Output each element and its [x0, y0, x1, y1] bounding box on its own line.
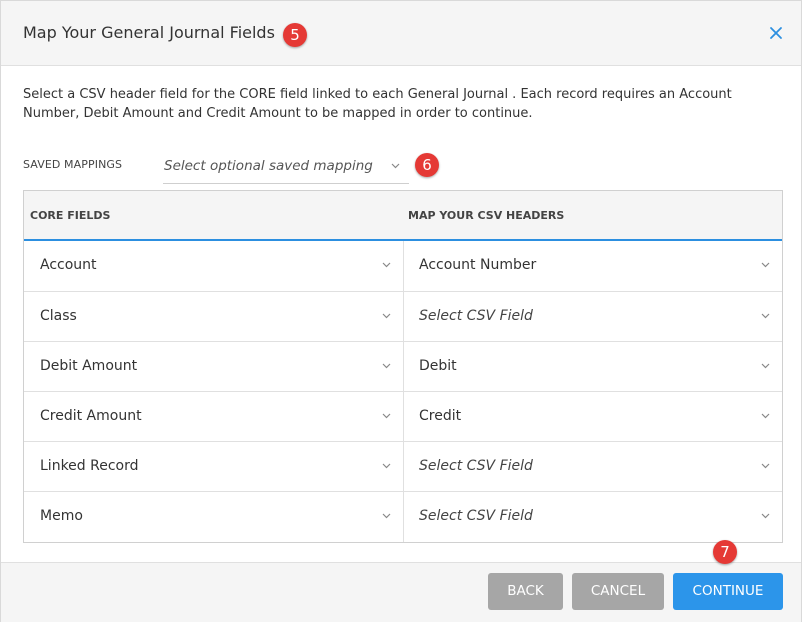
core-field-value: Memo [40, 508, 83, 524]
core-field-select[interactable]: Account [24, 241, 404, 291]
csv-header-value: Select CSV Field [419, 458, 533, 474]
csv-header-select[interactable]: Credit [404, 392, 782, 442]
chevron-down-icon [382, 262, 391, 270]
core-field-select[interactable]: Debit Amount [24, 342, 404, 392]
chevron-down-icon [382, 463, 391, 471]
csv-header-select[interactable]: Account Number [404, 241, 782, 291]
table-row: Debit Amount Debit [24, 341, 782, 392]
step-badge-saved-mapping: 6 [415, 153, 439, 177]
csv-header-select[interactable]: Select CSV Field [404, 292, 782, 342]
csv-header-select[interactable]: Debit [404, 342, 782, 392]
table-row: Credit Amount Credit [24, 391, 782, 442]
step-badge-title: 5 [283, 23, 307, 47]
back-button[interactable]: BACK [488, 573, 563, 610]
chevron-down-icon [391, 163, 400, 171]
chevron-down-icon [382, 313, 391, 321]
csv-header-value: Credit [419, 408, 462, 424]
core-field-select[interactable]: Linked Record [24, 442, 404, 492]
csv-header-select[interactable]: Select CSV Field [404, 492, 782, 542]
csv-header-value: Account Number [419, 257, 537, 273]
csv-header-value: Debit [419, 358, 457, 374]
core-field-select[interactable]: Memo [24, 492, 404, 542]
dialog-header: Map Your General Journal Fields 5 [1, 1, 801, 66]
field-mapping-table: CORE FIELDS MAP YOUR CSV HEADERS Account… [23, 190, 783, 543]
close-icon[interactable] [767, 23, 785, 43]
saved-mapping-select[interactable]: Select optional saved mapping [163, 151, 409, 184]
table-header: CORE FIELDS MAP YOUR CSV HEADERS [24, 191, 782, 241]
csv-header-value: Select CSV Field [419, 308, 533, 324]
table-row: Memo Select CSV Field [24, 491, 782, 542]
table-row: Account Account Number [24, 241, 782, 291]
cancel-button[interactable]: CANCEL [572, 573, 664, 610]
saved-mappings-label: SAVED MAPPINGS [23, 158, 123, 171]
saved-mapping-value: Select optional saved mapping [164, 158, 373, 174]
chevron-down-icon [761, 363, 770, 371]
core-field-select[interactable]: Credit Amount [24, 392, 404, 442]
core-field-value: Debit Amount [40, 358, 138, 374]
core-field-select[interactable]: Class [24, 292, 404, 342]
chevron-down-icon [382, 363, 391, 371]
chevron-down-icon [761, 463, 770, 471]
table-row: Class Select CSV Field [24, 291, 782, 342]
table-row: Linked Record Select CSV Field [24, 441, 782, 492]
csv-header-select[interactable]: Select CSV Field [404, 442, 782, 492]
chevron-down-icon [761, 262, 770, 270]
intro-text: Select a CSV header field for the CORE f… [23, 87, 732, 121]
core-field-value: Account [40, 257, 97, 273]
csv-header-value: Select CSV Field [419, 508, 533, 524]
chevron-down-icon [761, 413, 770, 421]
chevron-down-icon [382, 513, 391, 521]
core-field-value: Class [40, 308, 77, 324]
core-field-value: Credit Amount [40, 408, 142, 424]
continue-button[interactable]: CONTINUE [673, 573, 783, 610]
core-fields-header: CORE FIELDS [30, 209, 111, 222]
chevron-down-icon [761, 313, 770, 321]
mapping-dialog: Map Your General Journal Fields 5 Select… [0, 0, 802, 622]
chevron-down-icon [382, 413, 391, 421]
chevron-down-icon [761, 513, 770, 521]
csv-headers-header: MAP YOUR CSV HEADERS [408, 209, 565, 222]
dialog-title: Map Your General Journal Fields [23, 23, 275, 42]
core-field-value: Linked Record [40, 458, 139, 474]
step-badge-continue: 7 [713, 540, 737, 564]
